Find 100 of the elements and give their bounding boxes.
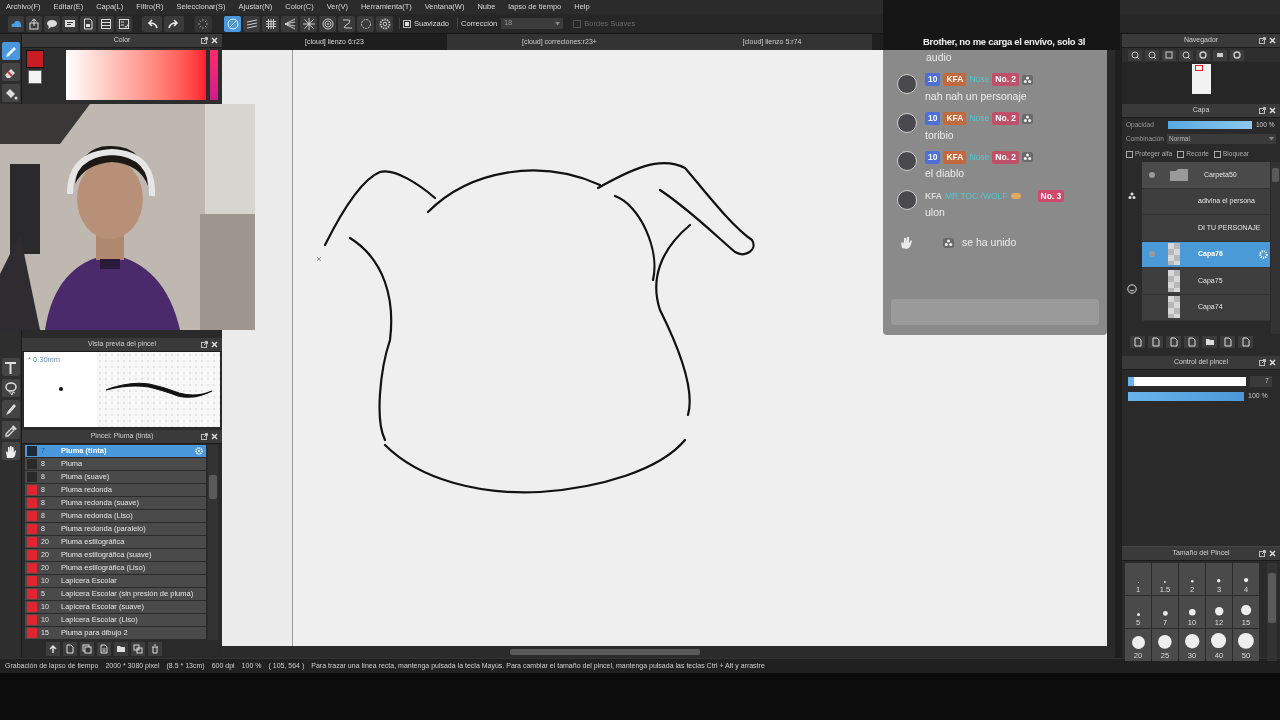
- speech-bubble-icon[interactable]: [46, 17, 58, 30]
- smiley-icon[interactable]: [1127, 284, 1137, 294]
- folder-icon: [1170, 168, 1188, 181]
- float-icon[interactable]: [201, 37, 208, 44]
- checkbox[interactable]: [403, 19, 411, 28]
- people-icon[interactable]: [1128, 192, 1136, 200]
- float-icon[interactable]: [1259, 359, 1266, 366]
- undo-icon[interactable]: [146, 17, 158, 30]
- sub-color-swatch[interactable]: [28, 70, 42, 84]
- zoom-icon[interactable]: [1131, 51, 1139, 59]
- size-dot-icon: [1131, 636, 1145, 649]
- line-ruler-button[interactable]: [224, 15, 241, 32]
- copy-icon[interactable]: [1150, 337, 1161, 347]
- folder-icon[interactable]: [116, 644, 126, 654]
- marker-tool[interactable]: [1, 400, 20, 418]
- hand-tool[interactable]: [1, 442, 20, 460]
- add-layer-icon[interactable]: [1186, 337, 1197, 347]
- size-dot-icon: [1217, 579, 1221, 583]
- close-icon[interactable]: [211, 341, 218, 348]
- float-icon[interactable]: [1259, 37, 1266, 44]
- chat-message: nah nah un personaje: [925, 88, 1028, 104]
- grid-ruler-button[interactable]: [262, 15, 279, 32]
- rotate-icon[interactable]: [1199, 51, 1207, 59]
- page-icon[interactable]: [82, 17, 94, 30]
- folder-icon[interactable]: [1204, 337, 1215, 347]
- perspective-ruler-button[interactable]: [281, 15, 298, 32]
- list-icon[interactable]: [100, 17, 112, 30]
- badge: KFA: [943, 73, 967, 87]
- circle-icon: [359, 17, 372, 30]
- tag-label: KFA: [925, 189, 942, 203]
- close-icon[interactable]: [1269, 550, 1276, 557]
- trash-icon[interactable]: [150, 644, 160, 654]
- spinner-icon[interactable]: [197, 17, 209, 30]
- eraser-tool[interactable]: [1, 63, 20, 81]
- parallel-lines-ruler-button[interactable]: [243, 15, 260, 32]
- brush-size-slider[interactable]: [1128, 377, 1246, 386]
- page-icon[interactable]: [65, 644, 75, 654]
- checkbox[interactable]: [1126, 150, 1133, 158]
- checklist-icon[interactable]: [118, 17, 130, 30]
- badge: 10: [925, 150, 941, 164]
- horizontal-scrollbar[interactable]: [222, 646, 1115, 658]
- gear-ruler-button[interactable]: [376, 15, 393, 32]
- flip-icon[interactable]: [1216, 51, 1224, 59]
- close-icon[interactable]: [211, 433, 218, 440]
- fit-icon[interactable]: [1165, 51, 1173, 59]
- circle-ruler-button[interactable]: [357, 15, 374, 32]
- color-picker[interactable]: [66, 50, 206, 100]
- badge: KFA: [943, 112, 967, 125]
- float-icon[interactable]: [201, 433, 208, 440]
- gear-icon[interactable]: [1259, 249, 1268, 259]
- gear-icon[interactable]: [195, 447, 203, 455]
- merge-icon[interactable]: [1240, 337, 1251, 347]
- size-dot-icon: [1238, 633, 1254, 649]
- upload-icon[interactable]: [28, 17, 40, 30]
- visibility-dot-icon[interactable]: [1149, 251, 1155, 258]
- pen-tool[interactable]: [1, 42, 20, 60]
- hand-icon: [3, 443, 18, 459]
- layer-thumbnail: [1168, 243, 1180, 266]
- scrollbar[interactable]: [208, 445, 218, 640]
- zoom-in-icon[interactable]: [1148, 51, 1156, 59]
- duplicate-icon[interactable]: [133, 644, 143, 654]
- close-icon[interactable]: [1269, 359, 1276, 366]
- main-color-swatch[interactable]: [26, 50, 44, 68]
- checkbox[interactable]: [1177, 150, 1185, 158]
- close-icon[interactable]: [211, 37, 218, 44]
- curve-ruler-button[interactable]: [338, 15, 355, 32]
- scrollbar[interactable]: [1267, 563, 1277, 661]
- zoom-out-icon[interactable]: [1182, 51, 1190, 59]
- text-tool-tool[interactable]: [1, 358, 20, 376]
- close-icon[interactable]: [1269, 37, 1276, 44]
- checkbox[interactable]: [1214, 150, 1221, 158]
- visibility-dot-icon[interactable]: [1149, 171, 1155, 178]
- reset-icon[interactable]: [1233, 51, 1241, 59]
- lasso-tool[interactable]: [1, 379, 20, 397]
- paint-bucket-tool[interactable]: [1, 84, 20, 102]
- page-icon[interactable]: [99, 644, 109, 654]
- close-icon[interactable]: [1269, 107, 1276, 114]
- message-icon[interactable]: [64, 17, 76, 30]
- page-icon[interactable]: [1168, 337, 1179, 347]
- chat-message: el diablo: [925, 166, 966, 182]
- brush-opacity-slider[interactable]: [1128, 391, 1244, 401]
- eyedropper-tool[interactable]: [1, 421, 20, 439]
- concentric-circles-ruler-button[interactable]: [319, 15, 336, 32]
- float-icon[interactable]: [1259, 550, 1266, 557]
- float-icon[interactable]: [201, 341, 208, 348]
- upload-icon[interactable]: [48, 644, 58, 654]
- avatar: [897, 112, 917, 133]
- chat-message: se ha unido: [962, 234, 1017, 250]
- opacity-slider[interactable]: [1168, 121, 1252, 129]
- redo-icon[interactable]: [168, 17, 180, 30]
- text-tool-icon: [3, 359, 18, 375]
- size-dot-icon: [1243, 578, 1249, 583]
- new-page-icon[interactable]: [1132, 337, 1143, 347]
- float-icon[interactable]: [1259, 107, 1266, 114]
- duplicate-icon[interactable]: [1222, 337, 1233, 347]
- scrollbar[interactable]: [1271, 162, 1280, 334]
- perspective-icon: [283, 17, 296, 30]
- copy-icon[interactable]: [82, 644, 92, 654]
- burst-ruler-button[interactable]: [300, 15, 317, 32]
- vertical-scrollbar[interactable]: [1107, 50, 1115, 646]
